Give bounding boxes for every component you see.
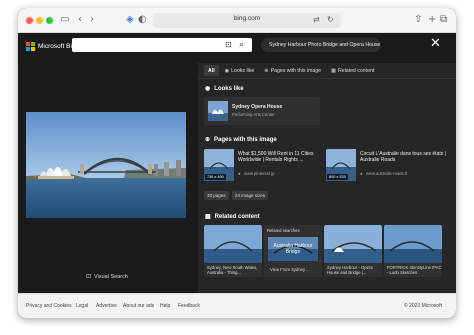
- copyright-text: © 2023 Microsoft: [404, 303, 442, 309]
- privacy-link[interactable]: Privacy and Cookies: [26, 303, 72, 309]
- reload-icon[interactable]: ↻: [327, 14, 334, 26]
- results-tabs: All ◉ Looks like ⊕ Pages with this image ▦…: [198, 63, 456, 79]
- page-title: What $1,500 Will Rent in 11 Cities World…: [238, 151, 314, 163]
- looks-like-name: Sydney Opera House: [232, 104, 283, 110]
- share-icon[interactable]: ⇧: [414, 14, 422, 26]
- opera-house-thumbnail: [208, 101, 228, 121]
- looks-like-heading: ◉ Looks like: [205, 85, 244, 93]
- eye-icon: ◉: [205, 86, 211, 92]
- new-tab-icon[interactable]: +: [428, 14, 436, 26]
- feedback-link[interactable]: Feedback: [178, 303, 200, 309]
- reader-icon[interactable]: ◐: [138, 14, 147, 26]
- page-title: Circuit L'Australie dans tous ses états …: [360, 151, 446, 163]
- browser-toolbar: ▭ ‹ › ◈ ◐ bing.com ⇄ ↻ ⇧ + ⧉: [18, 8, 456, 33]
- help-link[interactable]: Help: [160, 303, 170, 309]
- page-site: www.australie-roads.fr: [366, 171, 408, 176]
- bing-header: Microsoft Bing ⊡ ⌕ Sydney Harbour Photo …: [18, 33, 456, 63]
- visual-search-icon: ⊡: [86, 273, 92, 280]
- tab-label: Pages with this image: [270, 67, 322, 74]
- browser-window: ▭ ‹ › ◈ ◐ bing.com ⇄ ↻ ⇧ + ⧉ Microsoft B…: [18, 8, 456, 318]
- page-thumbnail: 736 x 490: [204, 149, 234, 181]
- site-favicon-icon: ●: [360, 171, 363, 176]
- page-thumbnail: 800 x 533: [326, 149, 356, 181]
- related-card[interactable]: Sydney Harbour - Opera House and Bridge …: [324, 225, 382, 277]
- zoom-window-button[interactable]: [46, 17, 53, 24]
- related-label: Sydney, New South Wales, Australia - Thi…: [207, 265, 258, 275]
- related-thumbnail: [204, 225, 262, 263]
- visual-search-label: Visual Search: [94, 273, 128, 280]
- query-pill[interactable]: Sydney Harbour Photo Bridge and Opera Ho…: [261, 38, 381, 52]
- sydney-harbour-photo: [26, 112, 186, 218]
- tab-label: All: [208, 67, 215, 74]
- related-heading: ▦ Related content: [205, 213, 260, 221]
- grid-icon: ▦: [205, 214, 211, 220]
- microsoft-logo-icon: [26, 42, 35, 51]
- tabs-overview-icon[interactable]: ⧉: [440, 14, 447, 26]
- shield-icon[interactable]: ◈: [126, 14, 134, 26]
- related-search-query: Australia Harbour Bridge: [273, 243, 313, 255]
- looks-like-card[interactable]: Sydney Opera House Performing Arts Cente…: [204, 97, 320, 125]
- section-title: Looks like: [214, 85, 244, 92]
- image-viewer: ⊡ Visual Search: [18, 63, 198, 293]
- image-sizes-chip[interactable]: 24 image sizes: [232, 191, 269, 200]
- page-result-1[interactable]: 736 x 490 What $1,500 Will Rent in 11 Ci…: [204, 149, 322, 183]
- related-card[interactable]: FORTRICK IdentityLine IPAC - Ludo Sketch…: [384, 225, 442, 277]
- page-result-2[interactable]: 800 x 533 Circuit L'Australie dans tous …: [326, 149, 450, 183]
- minimize-window-button[interactable]: [36, 17, 43, 24]
- about-ads-link[interactable]: About our ads: [123, 303, 154, 309]
- bing-visual-search-page: Microsoft Bing ⊡ ⌕ Sydney Harbour Photo …: [18, 33, 456, 293]
- pages-heading: ⊕ Pages with this image: [205, 136, 277, 144]
- advertise-link[interactable]: Advertise: [96, 303, 117, 309]
- related-searches-label: Related searches: [267, 228, 300, 233]
- tab-related-content[interactable]: ▦ Related content: [327, 65, 378, 76]
- site-favicon-icon: ●: [238, 171, 241, 176]
- image-dimensions: 736 x 490: [205, 174, 226, 180]
- camera-icon[interactable]: ⊡: [225, 39, 232, 51]
- forward-icon[interactable]: ›: [90, 14, 94, 26]
- tab-all[interactable]: All: [204, 65, 219, 76]
- globe-icon: ⊕: [264, 67, 269, 74]
- related-thumbnail: [384, 225, 442, 263]
- pages-count-chip[interactable]: 33 pages: [204, 191, 229, 200]
- close-window-button[interactable]: [26, 17, 33, 24]
- page-footer: Privacy and Cookies Legal Advertise Abou…: [18, 293, 456, 318]
- related-card[interactable]: Sydney, New South Wales, Australia - Thi…: [204, 225, 262, 277]
- legal-link[interactable]: Legal: [76, 303, 88, 309]
- results-panel: All ◉ Looks like ⊕ Pages with this image ▦…: [198, 63, 456, 293]
- back-icon[interactable]: ‹: [78, 14, 82, 26]
- close-icon[interactable]: ✕: [430, 37, 441, 50]
- visual-search-button[interactable]: ⊡ Visual Search: [86, 273, 128, 280]
- address-bar[interactable]: bing.com ⇄ ↻: [153, 13, 341, 28]
- tab-label: Related content: [337, 67, 375, 74]
- translate-icon[interactable]: ⇄: [313, 14, 320, 26]
- related-label: FORTRICK IdentityLine IPAC - Ludo Sketch…: [387, 265, 442, 275]
- page-site: www.pinterest.jp: [244, 171, 275, 176]
- search-icon[interactable]: ⌕: [239, 39, 244, 51]
- search-input[interactable]: ⊡ ⌕: [72, 38, 252, 52]
- section-title: Related content: [214, 213, 260, 220]
- looks-like-subtitle: Performing Arts Center: [232, 112, 275, 117]
- globe-icon: ⊕: [205, 137, 211, 143]
- tab-pages-with-image[interactable]: ⊕ Pages with this image: [260, 65, 325, 76]
- related-searches-card[interactable]: Related searches Australia Harbour Bridg…: [264, 225, 322, 277]
- related-label: Sydney Harbour - Opera House and Bridge …: [327, 265, 373, 275]
- eye-icon: ◉: [224, 67, 230, 74]
- related-thumbnail: [324, 225, 382, 263]
- tab-label: Looks like: [231, 67, 255, 74]
- main-image[interactable]: [26, 112, 186, 218]
- grid-icon: ▦: [331, 67, 336, 74]
- tab-looks-like[interactable]: ◉ Looks like: [221, 65, 259, 76]
- related-search-footer: View From Sydney ...: [270, 267, 310, 272]
- image-dimensions: 800 x 533: [327, 174, 348, 180]
- sidebar-icon[interactable]: ▭: [60, 14, 69, 26]
- section-title: Pages with this image: [214, 136, 277, 143]
